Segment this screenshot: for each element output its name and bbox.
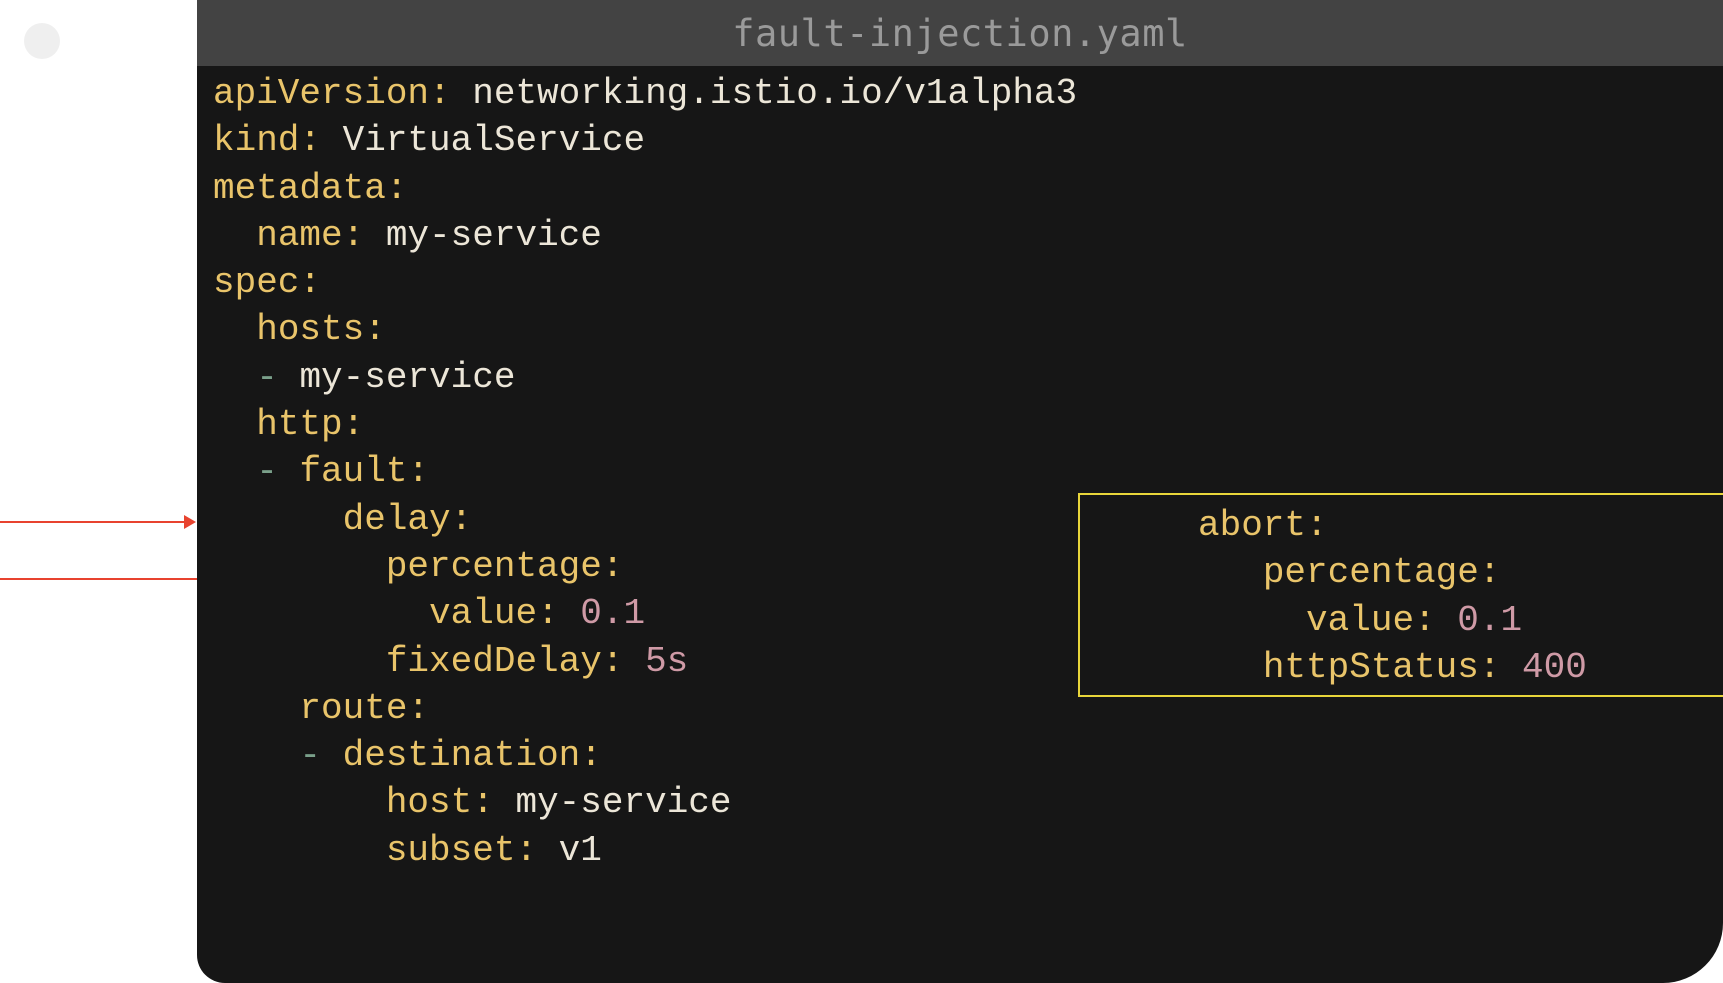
yaml-value: VirtualService <box>321 120 646 162</box>
yaml-key: name: <box>256 214 365 256</box>
yaml-value: my-service <box>493 782 732 824</box>
editor-titlebar: fault-injection.yaml <box>197 0 1723 66</box>
pointer-arrow-delay <box>0 515 196 529</box>
code-line: http: <box>213 401 1077 448</box>
code-line: subset: v1 <box>213 827 1077 874</box>
abort-line: abort: <box>1198 502 1587 549</box>
yaml-key: http: <box>256 404 365 446</box>
abort-line: value: 0.1 <box>1198 597 1587 644</box>
code-line: value: 0.1 <box>213 590 1077 637</box>
file-name: fault-injection.yaml <box>732 11 1188 55</box>
yaml-number: 0.1 <box>558 593 646 635</box>
abort-highlight-box: abort: percentage: value: 0.1 httpStatus… <box>1078 493 1723 697</box>
abort-line: httpStatus: 400 <box>1198 644 1587 691</box>
yaml-key: destination: <box>342 735 602 777</box>
code-line: kind: VirtualService <box>213 117 1077 164</box>
code-line: - destination: <box>213 732 1077 779</box>
code-line: metadata: <box>213 165 1077 212</box>
yaml-key: httpStatus: <box>1262 646 1501 688</box>
yaml-value: v1 <box>537 829 602 871</box>
yaml-key: host: <box>385 782 494 824</box>
code-line: name: my-service <box>213 212 1077 259</box>
yaml-key: fixedDelay: <box>385 640 624 682</box>
yaml-code-block: apiVersion: networking.istio.io/v1alpha3… <box>213 70 1077 874</box>
yaml-key: abort: <box>1198 505 1328 546</box>
corner-dot <box>24 23 60 59</box>
yaml-key: apiVersion: <box>213 73 451 114</box>
list-dash: - <box>256 356 300 398</box>
list-dash: - <box>256 451 300 493</box>
code-line: fixedDelay: 5s <box>213 638 1077 685</box>
code-editor-window: fault-injection.yaml apiVersion: network… <box>197 0 1723 983</box>
yaml-number: 0.1 <box>1435 599 1523 641</box>
yaml-key: kind: <box>213 120 322 162</box>
code-line: spec: <box>213 259 1077 306</box>
code-line: percentage: <box>213 543 1077 590</box>
code-line: - fault: <box>213 448 1077 495</box>
yaml-key: delay: <box>342 498 473 540</box>
code-line: - my-service <box>213 354 1077 401</box>
yaml-key: value: <box>1306 599 1436 641</box>
code-line: route: <box>213 685 1077 732</box>
yaml-key: percentage: <box>385 545 624 587</box>
yaml-key: subset: <box>385 829 538 871</box>
yaml-value: my-service <box>364 214 602 256</box>
yaml-key: spec: <box>213 262 322 304</box>
abort-line: percentage: <box>1198 549 1587 596</box>
code-line: host: my-service <box>213 779 1077 826</box>
yaml-key: fault: <box>299 451 430 493</box>
yaml-key: percentage: <box>1262 552 1501 594</box>
yaml-key: metadata: <box>213 167 408 209</box>
yaml-key: hosts: <box>256 309 386 351</box>
slide-canvas: fault-injection.yaml apiVersion: network… <box>0 0 1723 983</box>
yaml-key: value: <box>429 593 559 635</box>
yaml-number: 5s <box>623 640 689 682</box>
yaml-value: my-service <box>299 356 516 398</box>
abort-code-block: abort: percentage: value: 0.1 httpStatus… <box>1198 502 1587 691</box>
yaml-value: networking.istio.io/v1alpha3 <box>450 73 1078 114</box>
code-line: hosts: <box>213 306 1077 353</box>
yaml-key: route: <box>299 687 430 729</box>
code-line: delay: <box>213 496 1077 543</box>
yaml-number: 400 <box>1500 646 1587 688</box>
list-dash: - <box>299 735 343 777</box>
code-line: apiVersion: networking.istio.io/v1alpha3 <box>213 70 1077 117</box>
